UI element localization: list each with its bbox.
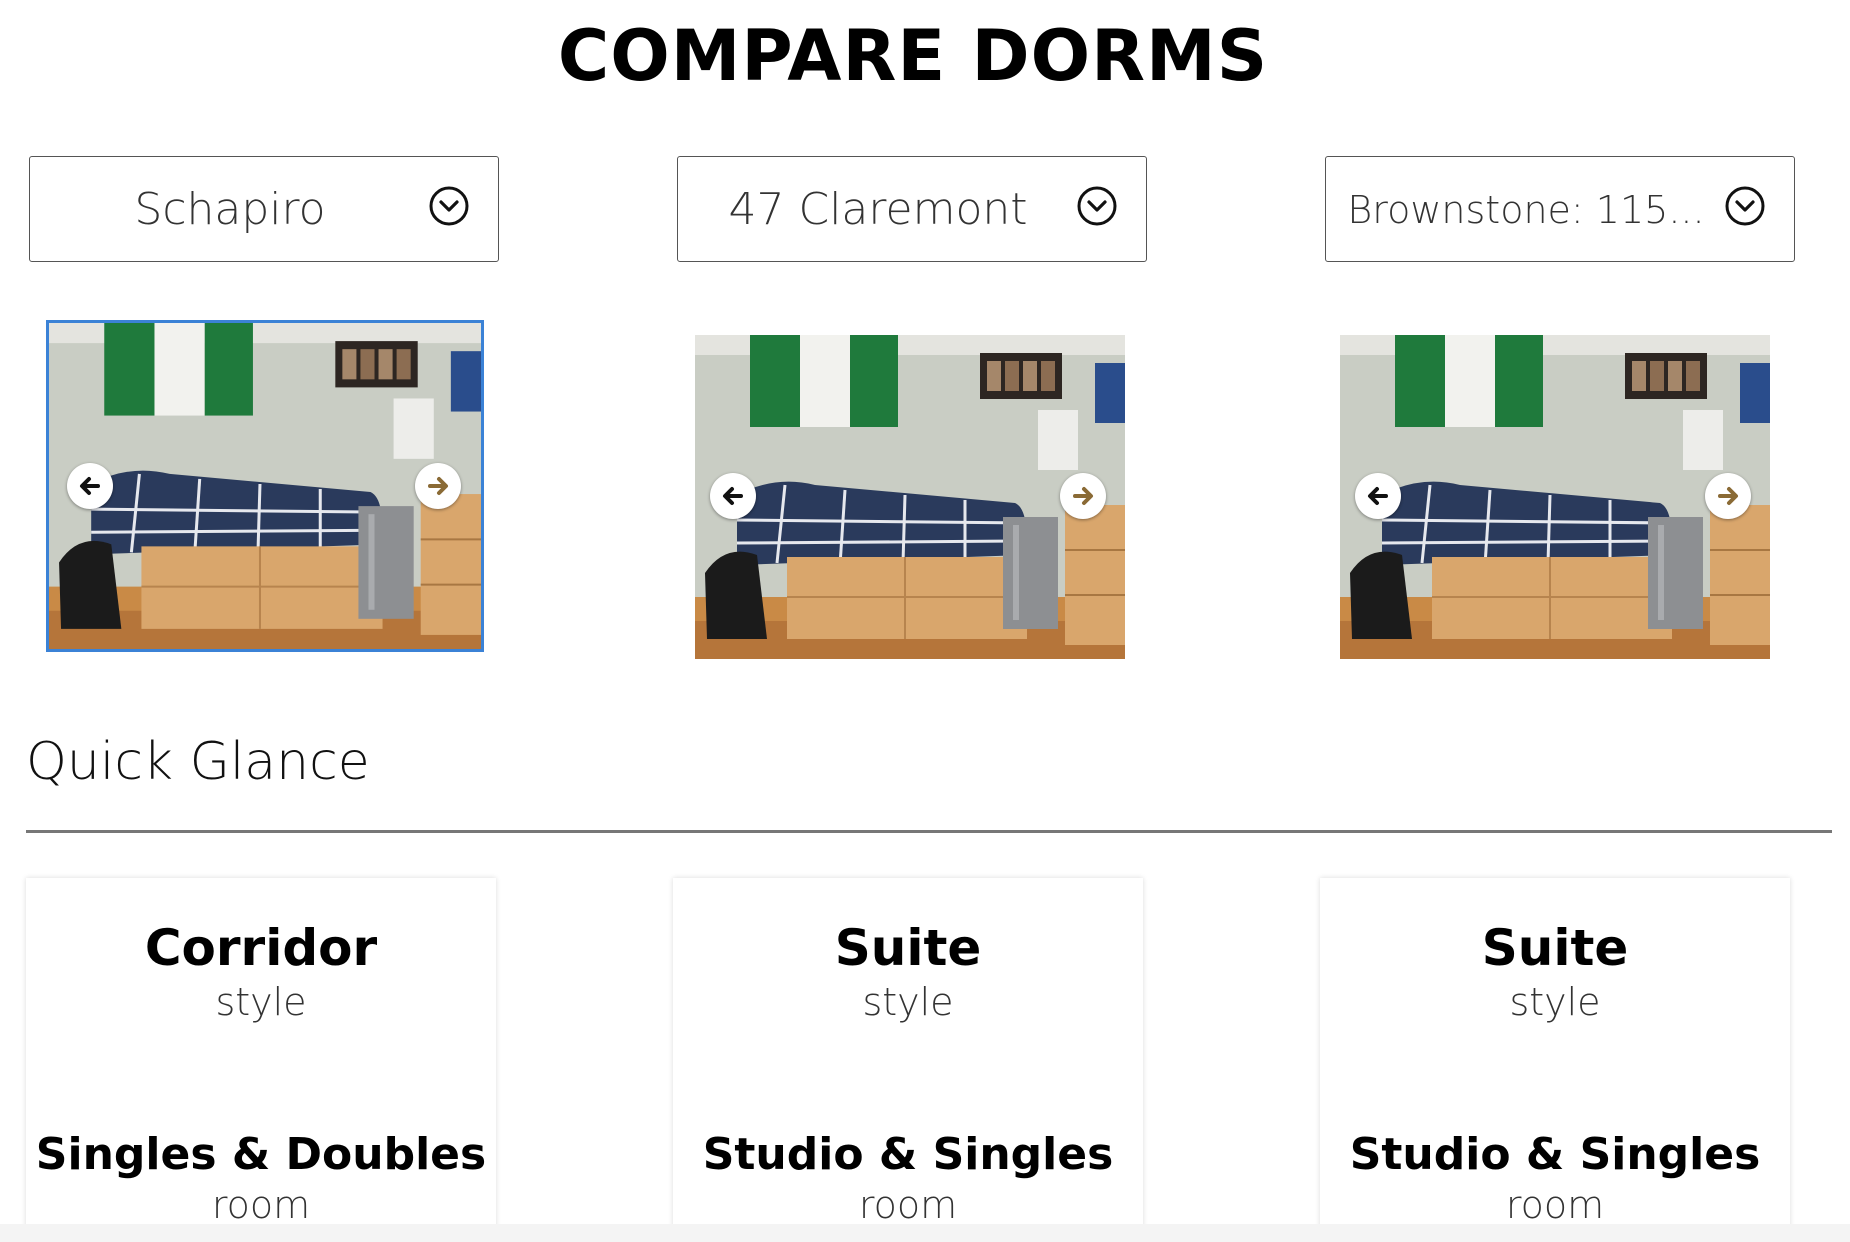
quick-glance-card-2: Suite style Studio & Singles room bbox=[673, 878, 1143, 1238]
dorm-select-1-value: Schapiro bbox=[134, 184, 326, 235]
page-bottom-edge bbox=[0, 1224, 1850, 1242]
room-value: Singles & Doubles bbox=[35, 1129, 487, 1180]
dorm-photo-2[interactable] bbox=[695, 335, 1125, 659]
arrow-right-icon bbox=[428, 477, 448, 495]
room-value: Studio & Singles bbox=[702, 1129, 1114, 1180]
quick-glance-heading: Quick Glance bbox=[26, 732, 370, 792]
dorm-photo-3[interactable] bbox=[1340, 335, 1770, 659]
dorm-select-2-value: 47 Claremont bbox=[728, 184, 1028, 235]
arrow-right-icon bbox=[1073, 487, 1093, 505]
chevron-down-icon bbox=[429, 186, 469, 226]
dorm-photo-1[interactable] bbox=[46, 320, 484, 652]
arrow-right-icon bbox=[1718, 487, 1738, 505]
style-label: style bbox=[215, 980, 307, 1024]
carousel-prev-button[interactable] bbox=[67, 463, 113, 509]
room-label: room bbox=[1505, 1183, 1605, 1227]
carousel-next-button[interactable] bbox=[1060, 473, 1106, 519]
chevron-down-icon bbox=[1725, 186, 1765, 226]
section-divider bbox=[26, 830, 1832, 833]
arrow-left-icon bbox=[723, 487, 743, 505]
page-title: COMPARE DORMS bbox=[557, 15, 1269, 97]
quick-glance-card-3: Suite style Studio & Singles room bbox=[1320, 878, 1790, 1238]
room-value: Studio & Singles bbox=[1349, 1129, 1761, 1180]
style-label: style bbox=[862, 980, 954, 1024]
dorm-select-2[interactable]: 47 Claremont bbox=[677, 156, 1147, 262]
style-value: Corridor bbox=[144, 919, 378, 977]
carousel-next-button[interactable] bbox=[415, 463, 461, 509]
arrow-left-icon bbox=[1368, 487, 1388, 505]
dorm-select-3-value: Brownstone: 115... bbox=[1347, 188, 1705, 232]
chevron-down-icon bbox=[1077, 186, 1117, 226]
arrow-left-icon bbox=[80, 477, 100, 495]
style-label: style bbox=[1509, 980, 1601, 1024]
room-label: room bbox=[858, 1183, 958, 1227]
dorm-select-1[interactable]: Schapiro bbox=[29, 156, 499, 262]
dorm-select-3[interactable]: Brownstone: 115... bbox=[1325, 156, 1795, 262]
style-value: Suite bbox=[834, 919, 982, 977]
room-label: room bbox=[211, 1183, 311, 1227]
compare-dorms-page: COMPARE DORMS Schapiro 47 Claremont Brow… bbox=[0, 0, 1850, 1242]
style-value: Suite bbox=[1481, 919, 1629, 977]
carousel-next-button[interactable] bbox=[1705, 473, 1751, 519]
carousel-prev-button[interactable] bbox=[1355, 473, 1401, 519]
carousel-prev-button[interactable] bbox=[710, 473, 756, 519]
quick-glance-card-1: Corridor style Singles & Doubles room bbox=[26, 878, 496, 1238]
